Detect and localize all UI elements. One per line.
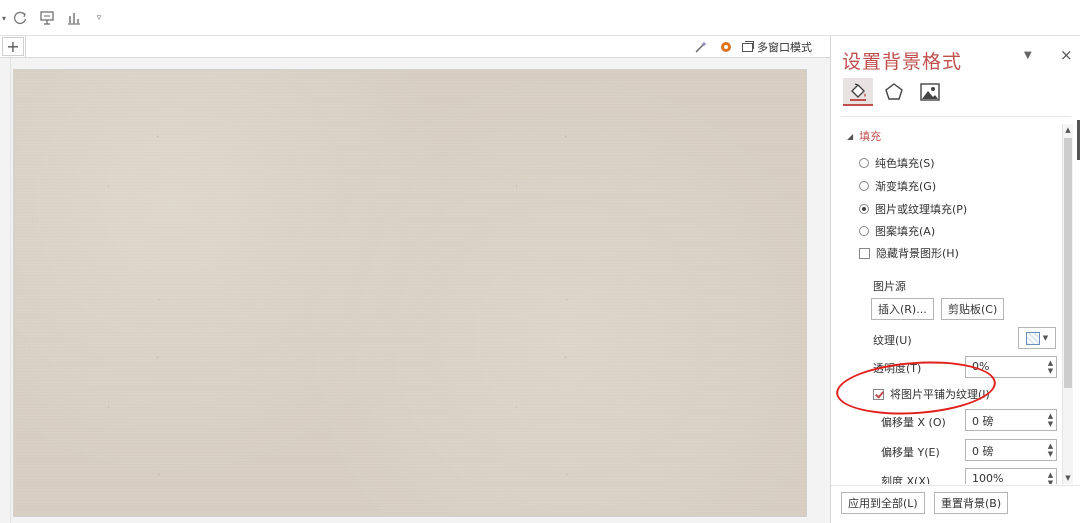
slide-workspace: · ˙ · ˙ · ˙ · ˙ ˏ ˏ ˏ ˏ [0, 58, 830, 523]
divider [25, 36, 26, 58]
radio-gradient[interactable] [859, 181, 869, 191]
document-tabstrip: + 多窗口模式 [0, 36, 830, 58]
pentagon-icon [885, 83, 903, 100]
reset-background-button[interactable]: 重置背景(B) [934, 492, 1009, 514]
picture-source-label: 图片源 [873, 280, 906, 293]
texture-speck: ˙ [514, 185, 519, 196]
app-window: { "toolbar": { "icons": ["dropdown-arrow… [0, 0, 1080, 523]
multi-window-label: 多窗口模式 [757, 41, 812, 54]
texture-speck: · [156, 132, 160, 143]
panel-options-dropdown-icon[interactable]: ▼ [1024, 50, 1032, 61]
divider [831, 485, 1080, 486]
scroll-up-icon[interactable]: ▲ [1063, 124, 1073, 136]
texture-speck: ˏ [156, 465, 161, 476]
fill-option-picture-texture[interactable]: 图片或纹理填充(P) [859, 201, 967, 217]
fill-option-label: 图片或纹理填充(P) [875, 203, 968, 216]
add-tab-button[interactable]: + [2, 37, 24, 56]
offset-y-spinner[interactable]: 0 磅 ▲ ▼ [965, 439, 1057, 461]
texture-picker-button[interactable]: ▼ [1018, 327, 1056, 349]
scrollbar-thumb[interactable] [1064, 138, 1072, 388]
panel-scrollbar[interactable]: ▲ ▼ [1062, 124, 1073, 484]
collapse-triangle-icon: ◢ [847, 131, 854, 141]
customize-dropdown-icon[interactable]: ▿ [92, 8, 106, 28]
fill-tab[interactable] [843, 78, 873, 106]
fill-option-label: 渐变填充(G) [875, 180, 937, 193]
hide-background-graphics[interactable]: 隐藏背景图形(H) [859, 245, 959, 261]
fill-option-pattern[interactable]: 图案填充(A) [859, 223, 935, 239]
texture-speck: ˏ [564, 290, 569, 301]
panel-category-tabs [843, 78, 945, 108]
fill-option-label: 图案填充(A) [875, 225, 936, 238]
radio-picture-texture[interactable] [859, 204, 869, 214]
fill-option-label: 纯色填充(S) [875, 157, 935, 170]
offset-y-label: 偏移量 Y(E) [881, 446, 940, 459]
offset-y-value: 0 磅 [972, 445, 994, 458]
radio-solid[interactable] [859, 158, 869, 168]
paint-bucket-icon [850, 83, 866, 101]
fill-section-header[interactable]: ◢ 填充 [847, 128, 881, 144]
format-background-panel: 设置背景格式 ▼ × ◢ 填充 纯色填充(S) 渐变填充(G) 图片或纹理填充(… [830, 36, 1080, 523]
scale-x-spinner[interactable]: 100% ▲ ▼ [965, 468, 1057, 484]
fill-option-gradient[interactable]: 渐变填充(G) [859, 178, 936, 194]
spinner-arrows-icon[interactable]: ▲ ▼ [1045, 440, 1056, 460]
panel-scroll-area: ◢ 填充 纯色填充(S) 渐变填充(G) 图片或纹理填充(P) 图案填充(A) [839, 124, 1061, 484]
hide-bg-checkbox[interactable] [859, 247, 870, 259]
fill-section-label: 填充 [859, 130, 882, 143]
spinner-arrows-icon[interactable]: ▲ ▼ [1045, 410, 1056, 430]
gear-icon[interactable] [716, 38, 736, 56]
divider [841, 116, 1071, 117]
thumbnail-pane-edge [0, 58, 11, 523]
texture-swatch-icon [1025, 331, 1040, 345]
texture-speck: ˏ [156, 290, 161, 301]
fill-option-solid[interactable]: 纯色填充(S) [859, 155, 935, 171]
scale-x-value: 100% [972, 472, 1004, 484]
picture-icon [920, 83, 940, 101]
offset-x-value: 0 磅 [972, 415, 994, 428]
dropdown-arrow-icon[interactable]: ▾ [0, 8, 8, 28]
presentation-icon[interactable] [37, 8, 57, 28]
texture-speck: ˙ [106, 406, 111, 417]
texture-speck: ˙ [514, 406, 519, 417]
offset-x-spinner[interactable]: 0 磅 ▲ ▼ [965, 409, 1057, 431]
texture-speck: · [156, 353, 160, 364]
insert-button[interactable]: 插入(R)... [871, 298, 934, 320]
radio-pattern[interactable] [859, 226, 869, 236]
texture-speck: ˙ [106, 185, 111, 196]
chart-icon[interactable] [64, 8, 84, 28]
spinner-arrows-icon[interactable]: ▲ ▼ [1045, 469, 1056, 484]
spinner-arrows-icon[interactable]: ▲ ▼ [1045, 357, 1056, 377]
picture-tab[interactable] [915, 78, 945, 106]
scroll-down-icon[interactable]: ▼ [1063, 472, 1073, 484]
texture-speck: · [564, 132, 568, 143]
effects-tab[interactable] [879, 78, 909, 106]
multi-window-mode-button[interactable]: 多窗口模式 [742, 39, 812, 55]
texture-label: 纹理(U) [873, 334, 912, 347]
chevron-down-icon: ▼ [1042, 334, 1049, 342]
apply-to-all-button[interactable]: 应用到全部(L) [841, 492, 925, 514]
scale-x-label: 刻度 X(X) [881, 475, 931, 484]
texture-speck: ˏ [564, 465, 569, 476]
slide-canvas[interactable]: · ˙ · ˙ · ˙ · ˙ ˏ ˏ ˏ ˏ [14, 70, 806, 516]
quick-access-toolbar: ▾ ▿ [0, 0, 1080, 36]
clipboard-button[interactable]: 剪贴板(C) [941, 298, 1005, 320]
window-icon [742, 40, 754, 52]
offset-x-label: 偏移量 X (O) [881, 416, 946, 429]
panel-title: 设置背景格式 [842, 51, 963, 73]
texture-speck: · [564, 353, 568, 364]
redo-icon[interactable] [10, 8, 30, 28]
close-icon[interactable]: × [1060, 46, 1073, 64]
magic-wand-icon[interactable] [691, 38, 711, 56]
hide-bg-label: 隐藏背景图形(H) [876, 247, 959, 260]
